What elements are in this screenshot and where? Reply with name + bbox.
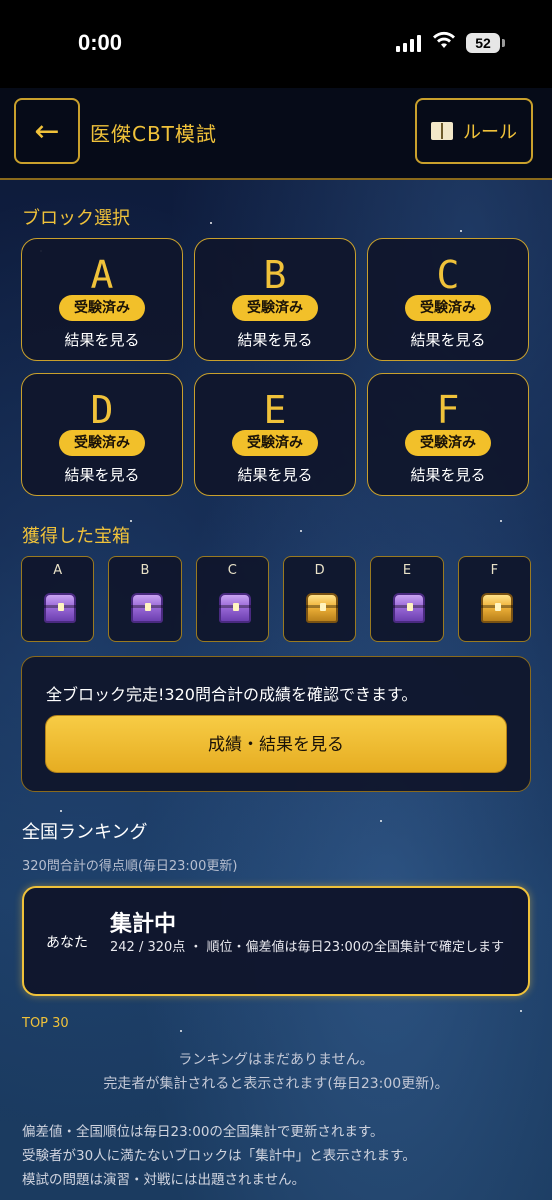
back-arrow-icon: ← (34, 113, 60, 149)
battery-tip (502, 39, 505, 47)
notes: 偏差値・全国順位は毎日23:00の全国集計で更新されます。 受験者が30人に満た… (22, 1120, 542, 1192)
block-card-b[interactable]: B 受験済み 結果を見る (194, 238, 356, 361)
treasure-row: A B C D E F (21, 556, 531, 644)
completed-badge: 受験済み (405, 430, 491, 456)
ranking-status: 集計中 (110, 912, 177, 937)
back-button[interactable]: ← (14, 98, 80, 164)
note-line: 受験者が30人に満たないブロックは「集計中」と表示されます。 (22, 1148, 416, 1164)
block-card-d[interactable]: D 受験済み 結果を見る (21, 373, 183, 496)
chest-card-c: C (195, 556, 269, 642)
view-result-link[interactable]: 結果を見る (368, 329, 528, 350)
block-card-a[interactable]: A 受験済み 結果を見る (21, 238, 183, 361)
block-letter: E (263, 388, 287, 432)
note-line: 模試の問題は演習・対戦には出題されません。 (22, 1172, 306, 1188)
chest-card-d: D (282, 556, 357, 642)
block-letter: F (436, 388, 460, 432)
block-card-f[interactable]: F 受験済み 結果を見る (367, 373, 529, 496)
block-letter: C (436, 253, 460, 297)
wifi-icon (433, 31, 455, 48)
empty-ranking-line-2: 完走者が集計されると表示されます(毎日23:00更新)。 (103, 1076, 449, 1092)
book-icon (431, 122, 453, 140)
purple-chest-icon (218, 593, 251, 623)
block-card-e[interactable]: E 受験済み 結果を見る (194, 373, 356, 496)
block-card-c[interactable]: C 受験済み 結果を見る (367, 238, 529, 361)
chest-card-b: B (108, 556, 182, 642)
chest-label: E (402, 563, 412, 578)
battery-icon: 52 (466, 33, 500, 53)
app-header: ← 医傑CBT模試 ルール (0, 88, 552, 180)
status-bar: 0:00 52 (0, 0, 552, 88)
purple-chest-icon (131, 593, 164, 623)
view-result-link[interactable]: 結果を見る (22, 329, 182, 350)
rules-button[interactable]: ルール (415, 98, 533, 164)
top30-label: TOP 30 (22, 1016, 69, 1031)
completed-badge: 受験済み (59, 295, 145, 321)
block-letter: A (90, 253, 114, 297)
block-letter: B (263, 253, 287, 297)
chest-label: F (490, 563, 499, 578)
ranking-subtitle: 320問合計の得点順(毎日23:00更新) (22, 859, 238, 874)
block-grid: A 受験済み 結果を見る B 受験済み 結果を見る C 受験済み 結果を見る D… (21, 238, 531, 498)
chest-label: B (140, 563, 150, 578)
purple-chest-icon (393, 593, 426, 623)
view-result-link[interactable]: 結果を見る (195, 329, 355, 350)
chest-card-f: F (457, 556, 531, 642)
completion-message: 全ブロック完走!320問合計の成績を確認できます。 (46, 685, 418, 704)
status-time: 0:00 (78, 30, 123, 55)
completed-badge: 受験済み (232, 430, 318, 456)
chest-label: C (227, 563, 237, 578)
completed-badge: 受験済み (405, 295, 491, 321)
chest-label: D (314, 563, 325, 578)
page-title: 医傑CBT模試 (90, 122, 217, 146)
view-result-link[interactable]: 結果を見る (368, 464, 528, 485)
ranking-detail: 242 / 320点 ・ 順位・偏差値は毎日23:00の全国集計で確定します (110, 940, 504, 955)
gold-chest-icon (480, 593, 513, 623)
completion-panel: 全ブロック完走!320問合計の成績を確認できます。 成績・結果を見る (21, 656, 531, 792)
treasure-section-label: 獲得した宝箱 (22, 526, 130, 547)
view-overall-results-button[interactable]: 成績・結果を見る (45, 715, 507, 773)
cellular-signal-icon (396, 34, 421, 52)
you-label: あなた (46, 935, 88, 951)
block-letter: D (90, 388, 114, 432)
block-section-label: ブロック選択 (22, 208, 130, 229)
chest-card-a: A (21, 556, 95, 642)
chest-label: A (53, 563, 63, 578)
empty-ranking-message: ランキングはまだありません。 完走者が集計されると表示されます(毎日23:00更… (0, 1048, 552, 1096)
chest-card-e: E (370, 556, 444, 642)
gold-chest-icon (305, 593, 338, 623)
view-result-link[interactable]: 結果を見る (195, 464, 355, 485)
completed-badge: 受験済み (232, 295, 318, 321)
ranking-title: 全国ランキング (22, 822, 148, 843)
empty-ranking-line-1: ランキングはまだありません。 (178, 1052, 374, 1068)
purple-chest-icon (44, 593, 76, 623)
your-ranking-card: あなた 集計中 242 / 320点 ・ 順位・偏差値は毎日23:00の全国集計… (22, 886, 530, 996)
rules-button-label: ルール (463, 122, 517, 143)
view-result-link[interactable]: 結果を見る (22, 464, 182, 485)
note-line: 偏差値・全国順位は毎日23:00の全国集計で更新されます。 (22, 1124, 384, 1140)
completed-badge: 受験済み (59, 430, 145, 456)
